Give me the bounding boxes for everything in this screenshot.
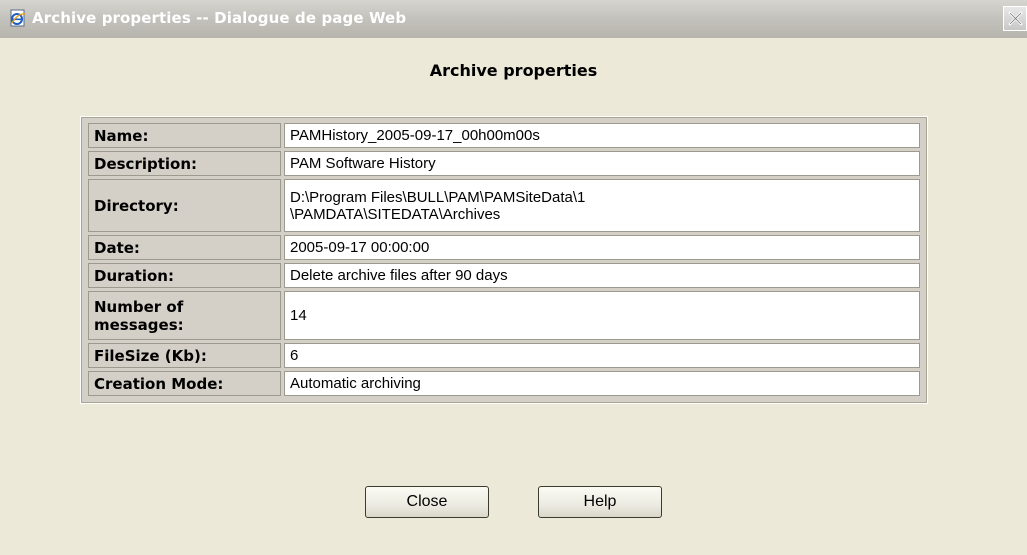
table-row: Duration: Delete archive files after 90 … [88,263,920,288]
duration-value: Delete archive files after 90 days [284,263,920,288]
number-of-messages-value: 14 [284,291,920,340]
directory-value: D:\Program Files\BULL\PAM\PAMSiteData\1 … [284,179,920,232]
title-bar[interactable]: Archive properties -- Dialogue de page W… [0,0,1027,38]
table-row: Creation Mode: Automatic archiving [88,371,920,396]
description-value: PAM Software History [284,151,920,176]
table-row: Date: 2005-09-17 00:00:00 [88,235,920,260]
directory-label: Directory: [88,179,281,232]
properties-table: Name: PAMHistory_2005-09-17_00h00m00s De… [85,120,923,399]
date-label: Date: [88,235,281,260]
date-value: 2005-09-17 00:00:00 [284,235,920,260]
creation-mode-value: Automatic archiving [284,371,920,396]
table-row: Name: PAMHistory_2005-09-17_00h00m00s [88,123,920,148]
table-row: Directory: D:\Program Files\BULL\PAM\PAM… [88,179,920,232]
duration-label: Duration: [88,263,281,288]
dialog-heading: Archive properties [429,61,598,80]
dialog-content: Archive properties Name: PAMHistory_2005… [0,38,1027,555]
directory-value-line2: \PAMDATA\SITEDATA\Archives [290,205,501,223]
description-label: Description: [88,151,281,176]
creation-mode-label: Creation Mode: [88,371,281,396]
filesize-label: FileSize (Kb): [88,343,281,368]
dialog-window: Archive properties -- Dialogue de page W… [0,0,1027,555]
name-value: PAMHistory_2005-09-17_00h00m00s [284,123,920,148]
help-button[interactable]: Help [538,486,662,518]
number-of-messages-label-line1: Number of [94,297,184,316]
filesize-value: 6 [284,343,920,368]
directory-value-line1: D:\Program Files\BULL\PAM\PAMSiteData\1 [290,188,586,206]
close-button[interactable]: Close [365,486,489,518]
table-row: FileSize (Kb): 6 [88,343,920,368]
ie-page-icon[interactable] [9,9,27,27]
table-row: Number of messages: 14 [88,291,920,340]
close-window-button[interactable] [1003,6,1027,31]
close-x-icon [1008,11,1023,26]
window-title: Archive properties -- Dialogue de page W… [32,9,407,27]
number-of-messages-label: Number of messages: [88,291,281,340]
number-of-messages-label-line2: messages: [94,315,184,334]
name-label: Name: [88,123,281,148]
properties-panel: Name: PAMHistory_2005-09-17_00h00m00s De… [80,116,928,404]
table-row: Description: PAM Software History [88,151,920,176]
button-bar: Close Help [0,486,1027,518]
